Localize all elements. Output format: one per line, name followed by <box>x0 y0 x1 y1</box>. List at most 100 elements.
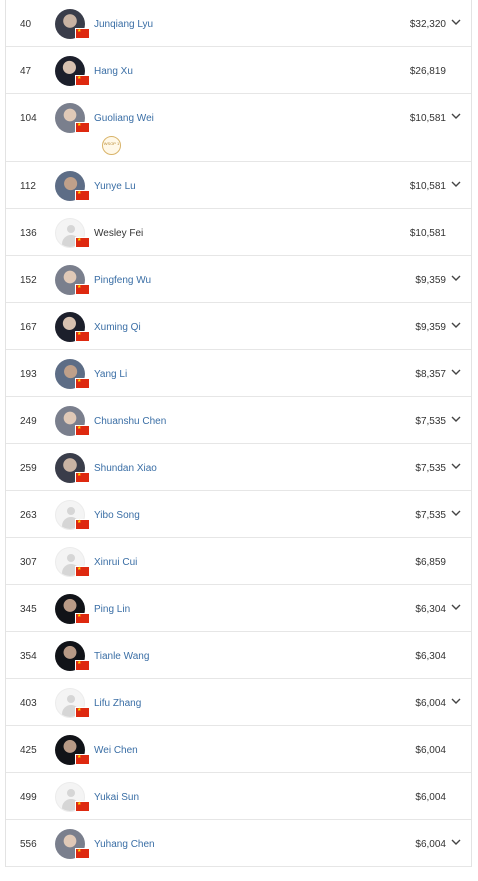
chevron-down-icon[interactable] <box>451 178 461 190</box>
table-row: 556 ★ Yuhang Chen $6,004 <box>6 820 471 867</box>
rank: 263 <box>20 510 37 521</box>
prize-amount: $9,359 <box>415 275 446 286</box>
china-flag-icon: ★ <box>76 284 89 294</box>
rank: 259 <box>20 463 37 474</box>
rank: 556 <box>20 839 37 850</box>
china-flag-icon: ★ <box>76 75 89 85</box>
player-name: Wesley Fei <box>94 228 144 239</box>
rank: 249 <box>20 416 37 427</box>
china-flag-icon: ★ <box>76 472 89 482</box>
table-row: 104 ★ Guoliang Wei $10,581 WSOP 1 <box>6 94 471 162</box>
prize-amount: $7,535 <box>415 510 446 521</box>
table-row: 193 ★ Yang Li $8,357 <box>6 350 471 397</box>
prize-amount: $6,859 <box>415 557 446 568</box>
chevron-down-icon[interactable] <box>451 507 461 519</box>
table-row: 499 ★ Yukai Sun $6,004 <box>6 773 471 820</box>
rank: 40 <box>20 19 32 30</box>
table-row: 112 ★ Yunye Lu $10,581 <box>6 162 471 209</box>
player-name-link[interactable]: Xuming Qi <box>94 322 141 333</box>
prize-amount: $10,581 <box>409 113 446 124</box>
rank: 136 <box>20 228 37 239</box>
chevron-down-icon[interactable] <box>451 272 461 284</box>
player-name-link[interactable]: Wei Chen <box>94 745 138 756</box>
player-name-link[interactable]: Yuhang Chen <box>94 839 155 850</box>
rank: 499 <box>20 792 37 803</box>
player-name-link[interactable]: Yukai Sun <box>94 792 139 803</box>
prize-amount: $6,004 <box>415 698 446 709</box>
china-flag-icon: ★ <box>76 425 89 435</box>
chevron-down-icon[interactable] <box>451 695 461 707</box>
player-name-link[interactable]: Tianle Wang <box>94 651 149 662</box>
table-row: 136 ★ Wesley Fei $10,581 <box>6 209 471 256</box>
rank: 112 <box>20 181 36 192</box>
prize-amount: $6,004 <box>415 792 446 803</box>
china-flag-icon: ★ <box>76 237 89 247</box>
prize-amount: $8,357 <box>415 369 446 380</box>
table-row: 263 ★ Yibo Song $7,535 <box>6 491 471 538</box>
china-flag-icon: ★ <box>76 707 89 717</box>
rank: 354 <box>20 651 37 662</box>
prize-amount: $7,535 <box>415 416 446 427</box>
table-row: 425 ★ Wei Chen $6,004 <box>6 726 471 773</box>
player-name-link[interactable]: Yibo Song <box>94 510 140 521</box>
prize-amount: $32,320 <box>409 19 446 30</box>
chevron-down-icon[interactable] <box>451 460 461 472</box>
player-name-link[interactable]: Hang Xu <box>94 66 133 77</box>
prize-amount: $6,304 <box>415 651 446 662</box>
chevron-down-icon[interactable] <box>451 601 461 613</box>
china-flag-icon: ★ <box>76 28 89 38</box>
table-row: 354 ★ Tianle Wang $6,304 <box>6 632 471 679</box>
rank: 193 <box>20 369 37 380</box>
prize-amount: $10,581 <box>409 181 446 192</box>
china-flag-icon: ★ <box>76 190 89 200</box>
results-table: 40 ★ Junqiang Lyu $32,320 47 ★ Hang Xu $… <box>5 0 472 867</box>
china-flag-icon: ★ <box>76 122 89 132</box>
china-flag-icon: ★ <box>76 519 89 529</box>
china-flag-icon: ★ <box>76 754 89 764</box>
table-row: 152 ★ Pingfeng Wu $9,359 <box>6 256 471 303</box>
bracelet-badge-icon: WSOP 1 <box>102 136 121 155</box>
rank: 104 <box>20 113 37 124</box>
china-flag-icon: ★ <box>76 660 89 670</box>
prize-amount: $6,304 <box>415 604 446 615</box>
china-flag-icon: ★ <box>76 613 89 623</box>
player-name-link[interactable]: Pingfeng Wu <box>94 275 151 286</box>
player-name-link[interactable]: Junqiang Lyu <box>94 19 153 30</box>
table-row: 259 ★ Shundan Xiao $7,535 <box>6 444 471 491</box>
rank: 152 <box>20 275 37 286</box>
player-name-link[interactable]: Lifu Zhang <box>94 698 141 709</box>
table-row: 47 ★ Hang Xu $26,819 <box>6 47 471 94</box>
table-row: 40 ★ Junqiang Lyu $32,320 <box>6 0 471 47</box>
table-row: 167 ★ Xuming Qi $9,359 <box>6 303 471 350</box>
player-name-link[interactable]: Yang Li <box>94 369 127 380</box>
prize-amount: $6,004 <box>415 839 446 850</box>
chevron-down-icon[interactable] <box>451 319 461 331</box>
prize-amount: $9,359 <box>415 322 446 333</box>
prize-amount: $6,004 <box>415 745 446 756</box>
chevron-down-icon[interactable] <box>451 110 461 122</box>
china-flag-icon: ★ <box>76 378 89 388</box>
player-name-link[interactable]: Guoliang Wei <box>94 113 154 124</box>
player-name-link[interactable]: Chuanshu Chen <box>94 416 166 427</box>
rank: 167 <box>20 322 37 333</box>
chevron-down-icon[interactable] <box>451 413 461 425</box>
rank: 345 <box>20 604 37 615</box>
chevron-down-icon[interactable] <box>451 16 461 28</box>
player-name-link[interactable]: Yunye Lu <box>94 181 136 192</box>
player-name-link[interactable]: Shundan Xiao <box>94 463 157 474</box>
china-flag-icon: ★ <box>76 331 89 341</box>
player-name-link[interactable]: Ping Lin <box>94 604 130 615</box>
table-row: 345 ★ Ping Lin $6,304 <box>6 585 471 632</box>
rank: 425 <box>20 745 37 756</box>
table-row: 249 ★ Chuanshu Chen $7,535 <box>6 397 471 444</box>
china-flag-icon: ★ <box>76 566 89 576</box>
prize-amount: $10,581 <box>409 228 446 239</box>
table-row: 403 ★ Lifu Zhang $6,004 <box>6 679 471 726</box>
rank: 47 <box>20 66 32 77</box>
prize-amount: $26,819 <box>409 66 446 77</box>
chevron-down-icon[interactable] <box>451 836 461 848</box>
player-name-link[interactable]: Xinrui Cui <box>94 557 137 568</box>
china-flag-icon: ★ <box>76 801 89 811</box>
chevron-down-icon[interactable] <box>451 366 461 378</box>
table-row: 307 ★ Xinrui Cui $6,859 <box>6 538 471 585</box>
